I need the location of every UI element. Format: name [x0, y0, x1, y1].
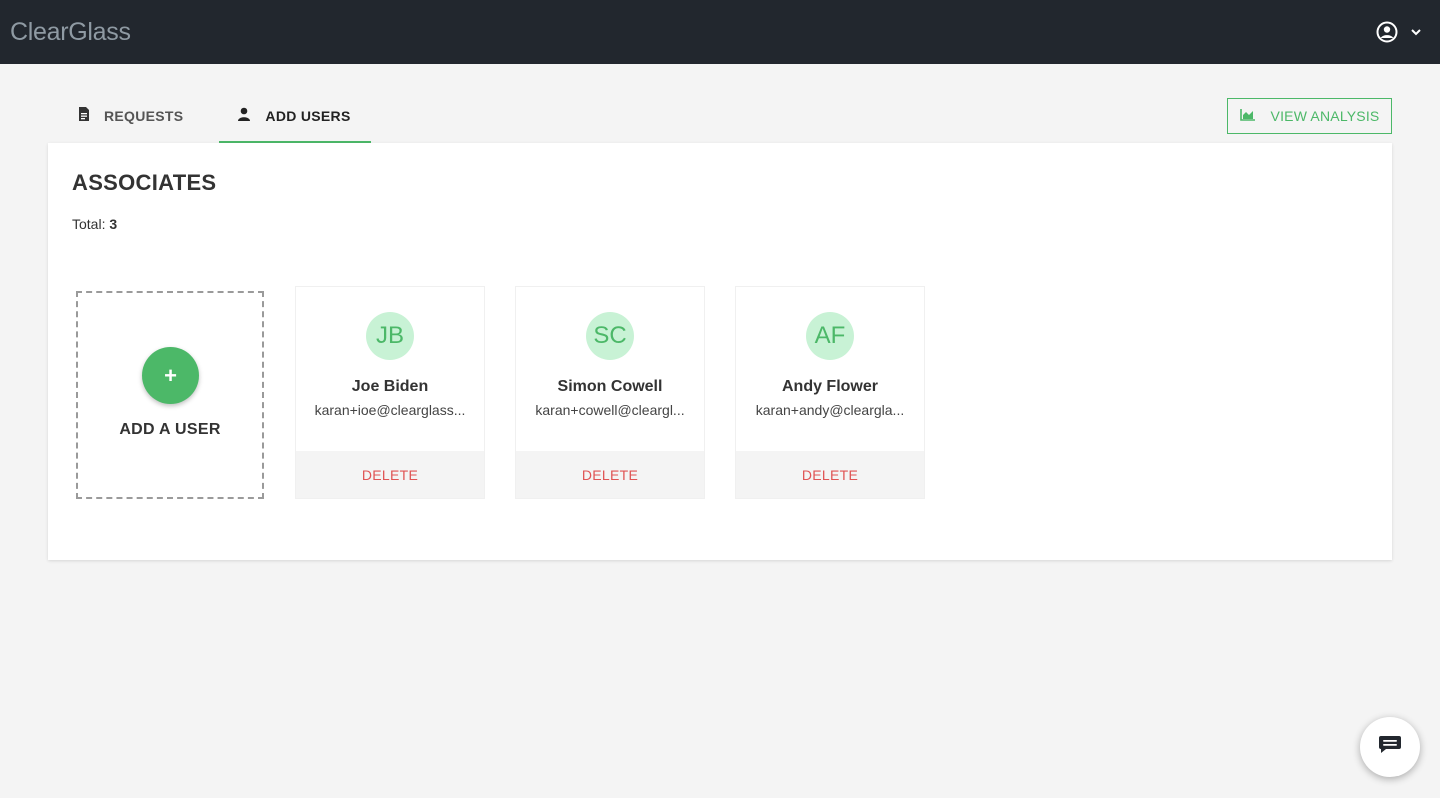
total-value: 3 [109, 216, 118, 232]
user-name: Simon Cowell [557, 378, 663, 395]
avatar: JB [366, 312, 414, 360]
user-email: karan+cowell@cleargl... [535, 402, 685, 418]
view-analysis-button[interactable]: VIEW ANALYSIS [1227, 98, 1392, 134]
delete-button[interactable]: DELETE [516, 451, 704, 498]
page-title: ASSOCIATES [72, 170, 217, 195]
add-user-card[interactable]: + ADD A USER [76, 291, 264, 499]
tab-label: REQUESTS [104, 107, 184, 124]
tab-add-users[interactable]: ADD USERS [219, 90, 371, 143]
total-count: Total: 3 [72, 216, 117, 232]
associates-panel: ASSOCIATES Total: 3 + ADD A USER JB Joe … [48, 143, 1392, 560]
user-name: Joe Biden [351, 378, 429, 395]
total-label: Total: [72, 216, 106, 232]
chevron-down-icon [1410, 26, 1422, 38]
tab-label: ADD USERS [265, 107, 351, 124]
user-name: Andy Flower [781, 378, 878, 395]
user-email: karan+ioe@clearglass... [314, 402, 466, 418]
avatar: AF [806, 312, 854, 360]
view-analysis-label: VIEW ANALYSIS [1270, 108, 1380, 124]
chat-icon [1378, 735, 1402, 760]
document-icon [78, 107, 90, 124]
user-card: SC Simon Cowell karan+cowell@cleargl... … [515, 286, 705, 499]
add-user-button[interactable]: + [142, 347, 199, 404]
user-card: AF Andy Flower karan+andy@cleargla... DE… [735, 286, 925, 499]
tab-requests[interactable]: REQUESTS [48, 90, 219, 143]
user-icon [237, 107, 251, 124]
tab-bar: REQUESTS ADD USERS [48, 90, 371, 143]
avatar: SC [586, 312, 634, 360]
top-bar: ClearGlass [0, 0, 1440, 64]
delete-button[interactable]: DELETE [736, 451, 924, 498]
app-logo[interactable]: ClearGlass [10, 18, 131, 47]
user-card: JB Joe Biden karan+ioe@clearglass... DEL… [295, 286, 485, 499]
chat-button[interactable] [1360, 717, 1420, 777]
account-menu[interactable] [1376, 21, 1422, 43]
user-circle-icon [1376, 21, 1398, 43]
chart-icon [1239, 108, 1255, 124]
add-user-label: ADD A USER [119, 421, 221, 438]
user-email: karan+andy@cleargla... [755, 402, 905, 418]
delete-button[interactable]: DELETE [296, 451, 484, 498]
